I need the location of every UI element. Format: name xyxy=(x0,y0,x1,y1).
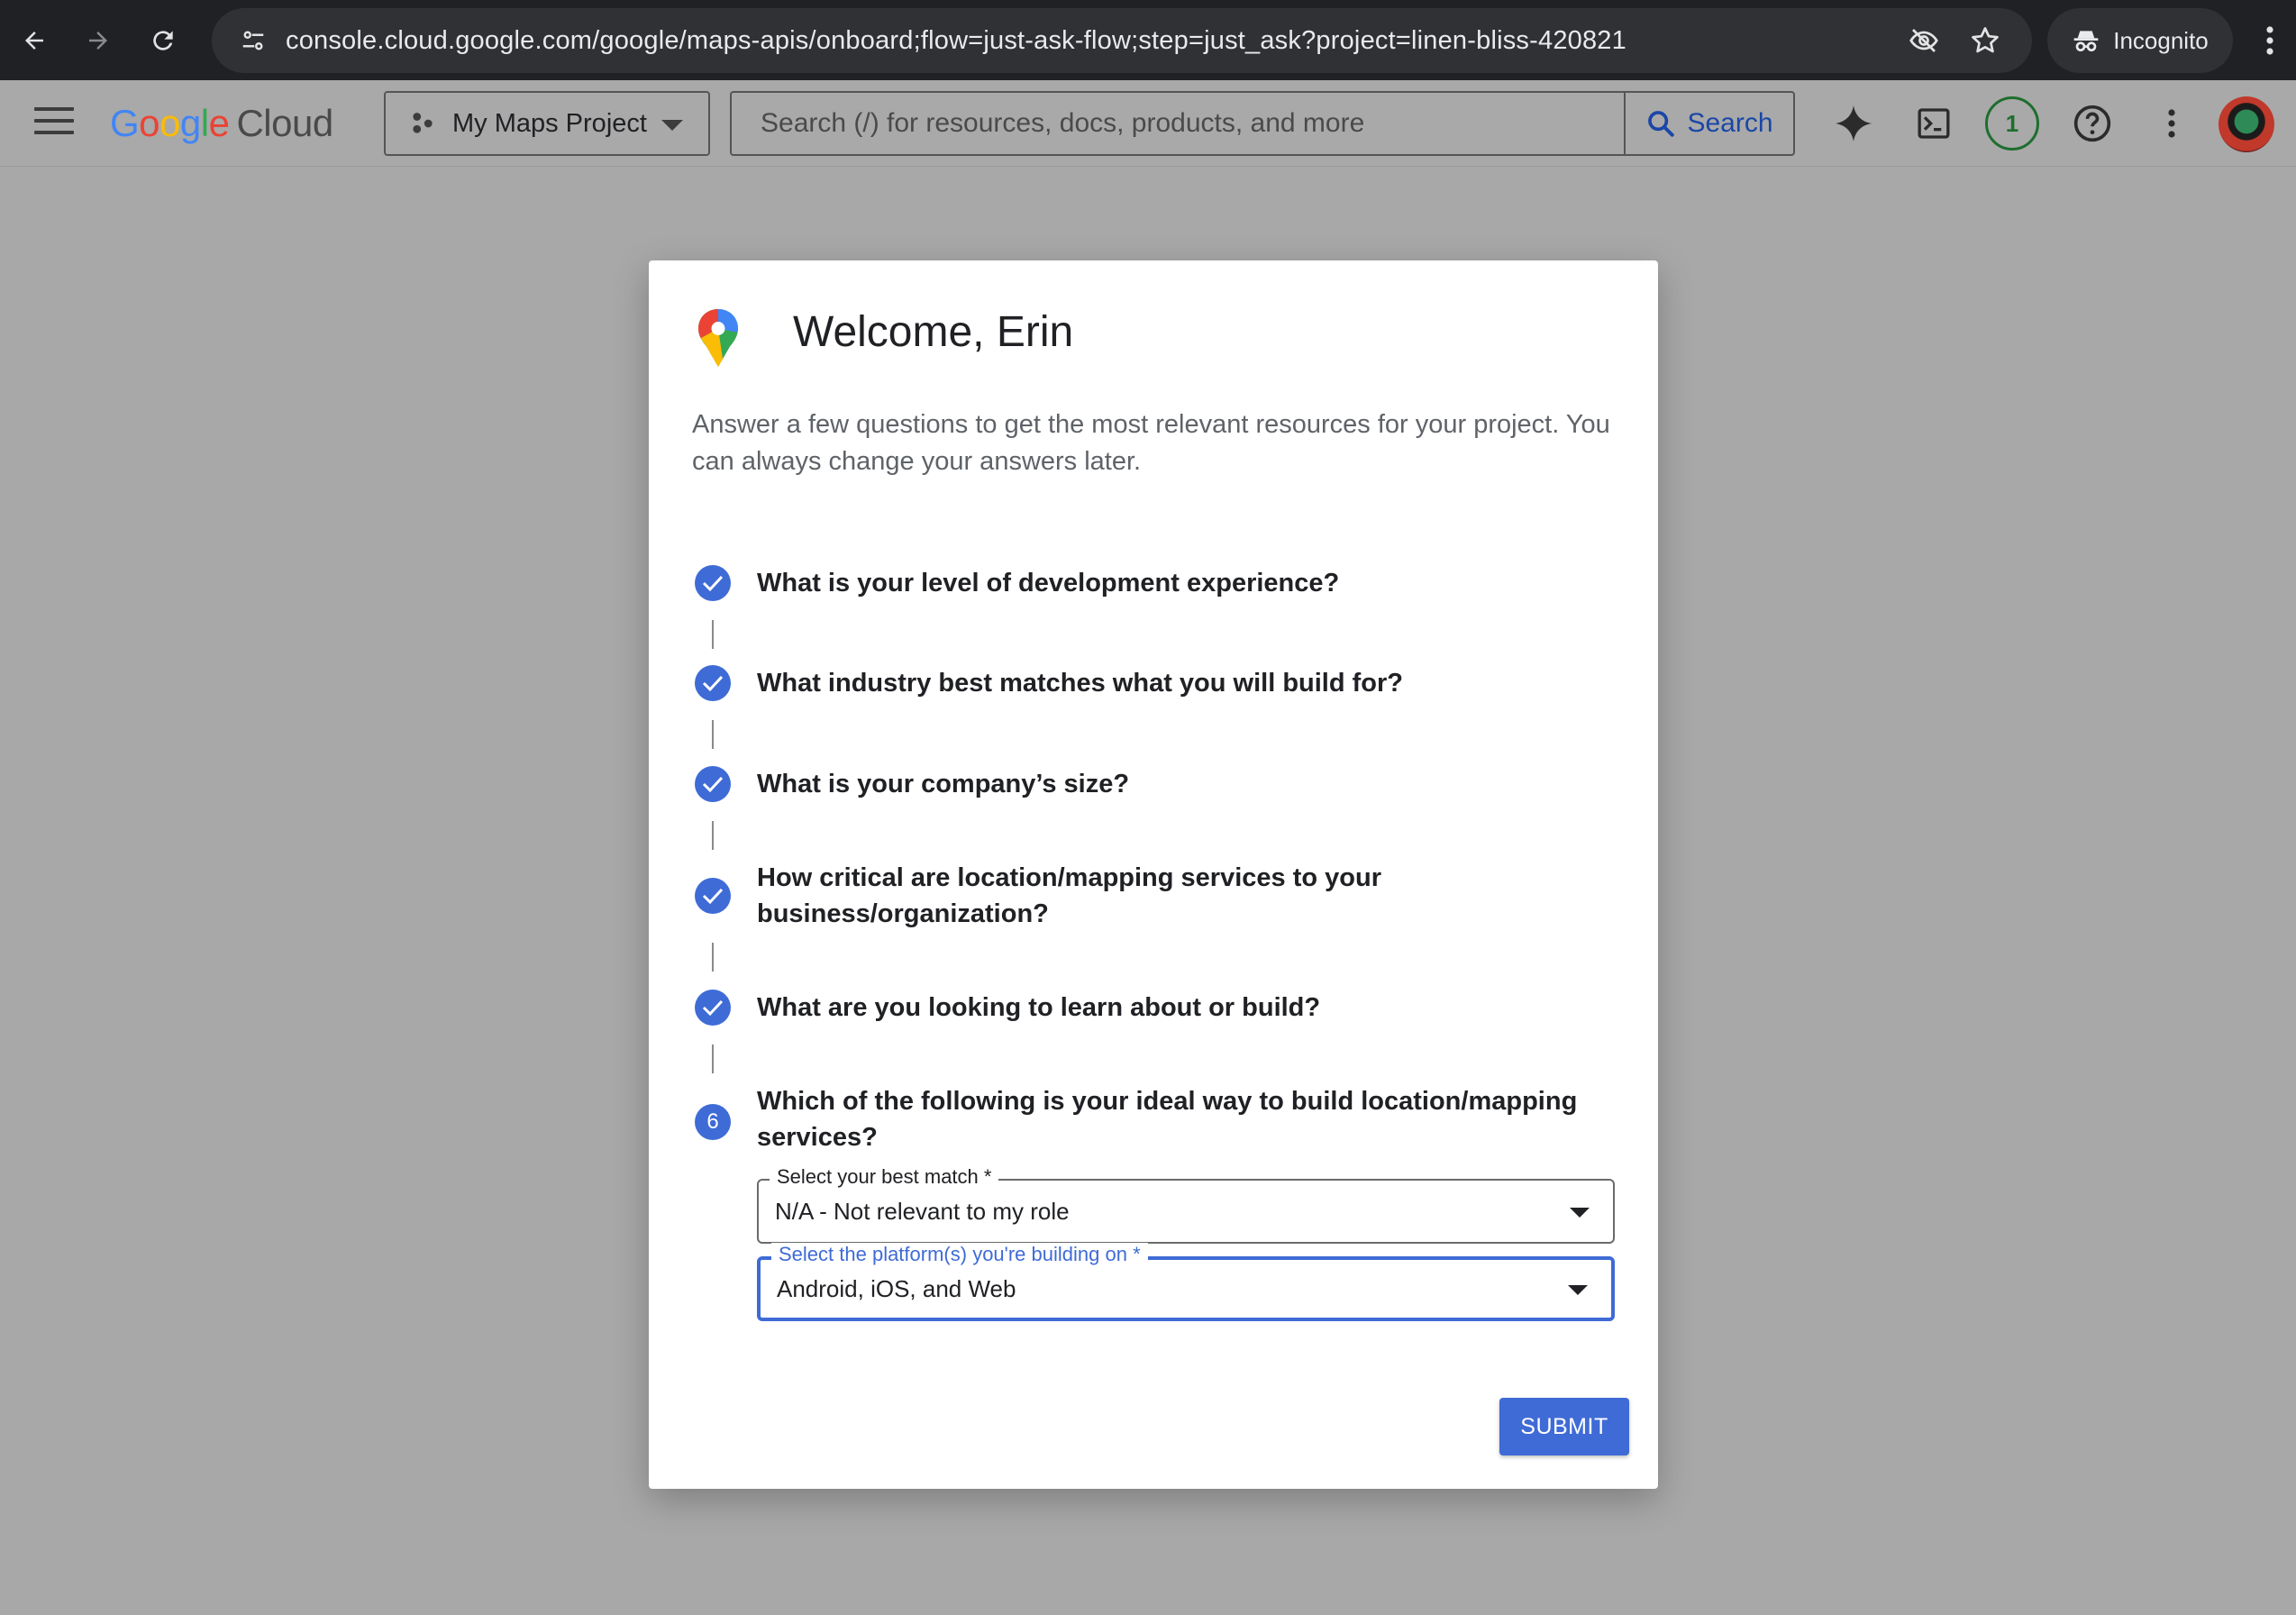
step-6-label: Which of the following is your ideal way… xyxy=(757,1087,1578,1152)
step-2-check-icon xyxy=(695,665,731,701)
step-1-label[interactable]: What is your level of development experi… xyxy=(757,565,1622,601)
step-connector xyxy=(712,1045,714,1073)
settings-menu-button[interactable] xyxy=(2146,98,2197,149)
step-4-check-icon xyxy=(695,878,731,914)
browser-menu-button[interactable] xyxy=(2244,0,2296,80)
submit-button[interactable]: SUBMIT xyxy=(1499,1398,1629,1455)
browser-toolbar: console.cloud.google.com/google/maps-api… xyxy=(0,0,2296,80)
step-6-number-icon: 6 xyxy=(695,1104,731,1140)
site-info-icon[interactable] xyxy=(221,8,286,73)
step-4-label[interactable]: How critical are location/mapping servic… xyxy=(757,860,1442,932)
best-match-value: N/A - Not relevant to my role xyxy=(775,1197,1070,1225)
search-input[interactable] xyxy=(732,93,1624,154)
platforms-label: Select the platform(s) you're building o… xyxy=(771,1243,1148,1266)
menu-icon[interactable] xyxy=(34,107,74,140)
sparkle-icon xyxy=(1835,105,1872,142)
step-1-check-icon xyxy=(695,565,731,601)
search-button-label: Search xyxy=(1687,108,1773,138)
dialog-intro: Answer a few questions to get the most r… xyxy=(692,410,1610,476)
star-icon[interactable] xyxy=(1969,24,2001,57)
avatar[interactable] xyxy=(2219,96,2274,152)
search-bar: Search xyxy=(730,91,1795,156)
platforms-value: Android, iOS, and Web xyxy=(777,1274,1016,1302)
help-button[interactable] xyxy=(2067,98,2118,149)
notifications-badge[interactable]: 1 xyxy=(1985,96,2039,151)
incognito-indicator[interactable]: Incognito xyxy=(2047,8,2233,73)
dropdown-arrow-icon xyxy=(1570,1208,1590,1218)
eye-off-icon[interactable] xyxy=(1908,24,1940,57)
gemini-button[interactable] xyxy=(1828,98,1879,149)
step-connector xyxy=(712,620,714,649)
step-connector xyxy=(712,943,714,972)
reload-button[interactable] xyxy=(131,0,196,80)
arrow-left-icon xyxy=(25,31,43,50)
more-vert-icon xyxy=(2168,109,2175,138)
step-connector xyxy=(712,821,714,850)
forward-button[interactable] xyxy=(66,0,131,80)
help-icon xyxy=(2073,105,2111,142)
address-bar[interactable]: console.cloud.google.com/google/maps-api… xyxy=(212,8,2032,73)
reload-icon xyxy=(153,30,173,50)
best-match-label: Select your best match * xyxy=(770,1165,999,1189)
step-connector xyxy=(712,720,714,749)
project-name: My Maps Project xyxy=(452,108,647,138)
step-5-check-icon xyxy=(695,990,731,1026)
onboarding-dialog: Welcome, Erin Answer a few questions to … xyxy=(649,260,1658,1489)
project-icon xyxy=(413,113,433,133)
caret-down-icon xyxy=(661,120,683,131)
search-button[interactable]: Search xyxy=(1624,93,1793,154)
step-3-check-icon xyxy=(695,766,731,802)
incognito-icon xyxy=(2073,31,2099,51)
step-5-label[interactable]: What are you looking to learn about or b… xyxy=(757,990,1622,1026)
cloud-shell-button[interactable] xyxy=(1909,98,1959,149)
search-icon xyxy=(1648,111,1675,137)
best-match-select[interactable]: Select your best match * N/A - Not relev… xyxy=(757,1165,1615,1244)
step-2-label[interactable]: What industry best matches what you will… xyxy=(757,665,1622,701)
step-3-label[interactable]: What is your company’s size? xyxy=(757,766,1622,802)
console-header: GoogleCloud My Maps Project Search 1 xyxy=(0,80,2296,167)
back-button[interactable] xyxy=(2,0,67,80)
google-cloud-logo[interactable]: Google Cloud xyxy=(110,102,333,145)
dropdown-arrow-icon xyxy=(1568,1285,1588,1295)
project-picker[interactable]: My Maps Project xyxy=(384,91,710,156)
url-text[interactable]: console.cloud.google.com/google/maps-api… xyxy=(286,26,1908,56)
maps-pin-icon xyxy=(698,309,738,367)
incognito-label: Incognito xyxy=(2113,26,2209,54)
platforms-select[interactable]: Select the platform(s) you're building o… xyxy=(757,1243,1615,1321)
more-vert-icon xyxy=(2266,25,2273,55)
terminal-icon xyxy=(1918,108,1950,139)
arrow-right-icon xyxy=(89,31,107,50)
dialog-title: Welcome, Erin xyxy=(793,308,1074,356)
